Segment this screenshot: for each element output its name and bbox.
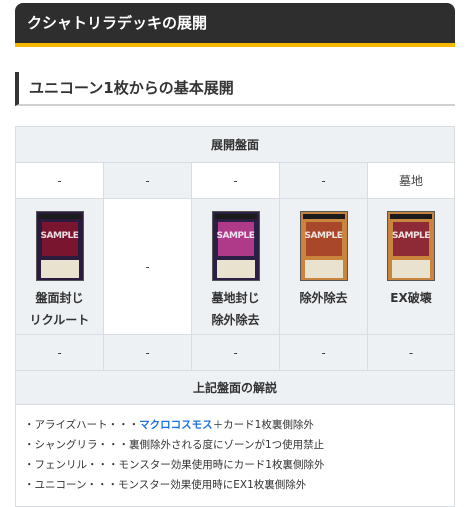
card-slot-2-empty: - — [104, 199, 192, 335]
top-cell-1: - — [16, 163, 104, 199]
explanation-list: ・アライズハート・・・マクロコスモス＋カード1枚裏側除外 ・シャングリラ・・・裏… — [16, 405, 454, 495]
section-heading: クシャトリラデッキの展開 — [15, 3, 455, 47]
explanation-line: ・フェンリル・・・モンスター効果使用時にカード1枚裏側除外 — [24, 459, 325, 471]
top-cell-3: - — [192, 163, 280, 199]
article-page: クシャトリラデッキの展開 ユニコーン1枚からの基本展開 展開盤面 - - - -… — [0, 0, 471, 507]
card-image[interactable]: SAMPLE — [211, 211, 260, 281]
top-cell-graveyard: 墓地 — [368, 163, 454, 199]
top-cell-2: - — [104, 163, 192, 199]
card-role-label: 盤面封じ リクルート — [29, 291, 90, 327]
bottom-cell-5: - — [368, 335, 454, 371]
highlight-link[interactable]: マクロコスモス — [139, 419, 213, 431]
explanation-line: ・ユニコーン・・・モンスター効果使用時にEX1枚裏側除外 — [24, 479, 307, 491]
bottom-cell-3: - — [192, 335, 280, 371]
card-image[interactable]: SAMPLE — [299, 211, 348, 281]
bottom-cell-1: - — [16, 335, 104, 371]
sub-heading: ユニコーン1枚からの基本展開 — [15, 72, 455, 106]
explanation-title: 上記盤面の解説 — [16, 371, 454, 405]
card-slot-3: SAMPLE 墓地封じ 除外除去 — [192, 199, 280, 335]
card-image[interactable]: SAMPLE — [387, 211, 435, 281]
top-cell-4: - — [280, 163, 368, 199]
card-slot-5: SAMPLE EX破壊 — [368, 199, 454, 335]
board-title: 展開盤面 — [16, 127, 454, 163]
board-table: 展開盤面 - - - - 墓地 SAMPLE 盤面封じ リクルート - SAMPL… — [15, 126, 455, 507]
bottom-cell-4: - — [280, 335, 368, 371]
card-role-label: 除外除去 — [299, 291, 348, 305]
explanation-line: ・アライズハート・・・マクロコスモス＋カード1枚裏側除外 — [24, 419, 314, 431]
explanation-line: ・シャングリラ・・・裏側除外される度にゾーンが1つ使用禁止 — [24, 439, 325, 451]
bottom-cell-2: - — [104, 335, 192, 371]
card-image[interactable]: SAMPLE — [35, 211, 84, 281]
card-slot-1: SAMPLE 盤面封じ リクルート — [16, 199, 104, 335]
card-slot-4: SAMPLE 除外除去 — [280, 199, 368, 335]
card-role-label: EX破壊 — [390, 291, 432, 305]
card-role-label: 墓地封じ 除外除去 — [211, 291, 260, 327]
